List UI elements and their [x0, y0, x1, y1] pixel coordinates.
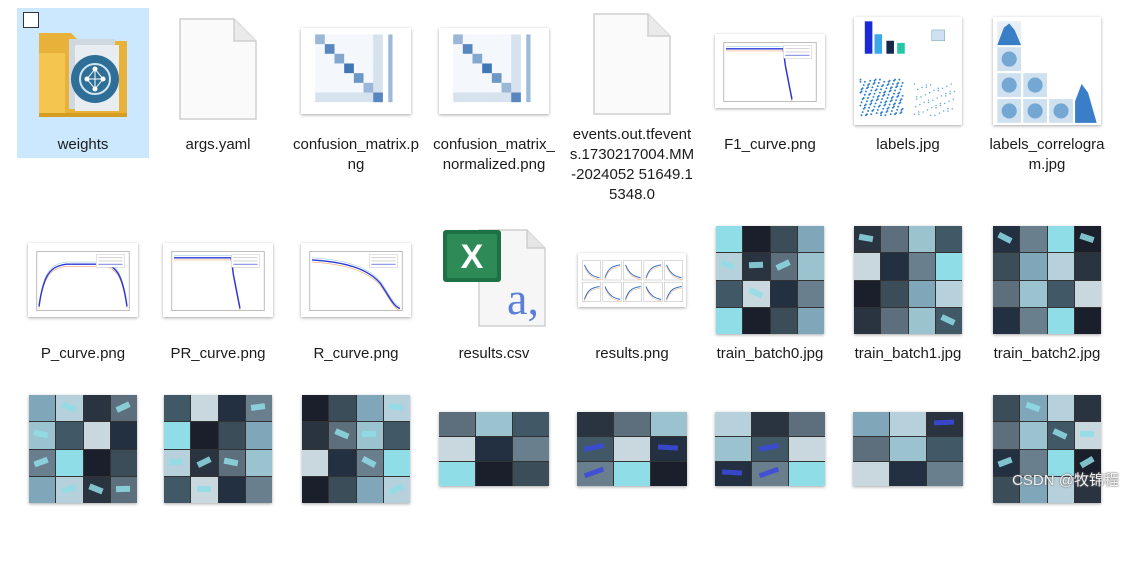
thumbnail [290, 217, 422, 343]
thumbnail [842, 386, 974, 512]
thumbnail [17, 386, 149, 512]
file-item[interactable] [17, 386, 149, 586]
thumbnail-image [163, 243, 273, 317]
thumbnail-image [439, 28, 549, 114]
file-item[interactable] [704, 386, 836, 586]
file-item-confusion-matrix-normalized-png[interactable]: confusion_matrix_normalized.png [428, 8, 560, 208]
thumbnail [566, 386, 698, 512]
thumbnail [17, 217, 149, 343]
thumbnail-image [993, 226, 1101, 334]
thumbnail [428, 386, 560, 512]
thumbnail-image [164, 395, 272, 503]
select-checkbox[interactable] [23, 12, 39, 28]
thumbnail-image [715, 412, 825, 486]
file-item[interactable] [428, 386, 560, 586]
thumbnail [842, 217, 974, 343]
file-name-label: PR_curve.png [170, 345, 266, 362]
file-item[interactable] [842, 386, 974, 586]
file-grid: weights args.yaml confusion_matrix.png c… [0, 0, 1127, 503]
thumbnail-image [716, 226, 824, 334]
folder-icon [35, 19, 131, 124]
thumbnail-image [301, 28, 411, 114]
excel-csv-icon: X a, [439, 226, 549, 335]
thumbnail [704, 8, 836, 134]
thumbnail-image [854, 226, 962, 334]
thumbnail-image [301, 243, 411, 317]
thumbnail-image [302, 395, 410, 503]
thumbnail [704, 386, 836, 512]
watermark-text: CSDN @牧锦程 [1012, 472, 1119, 489]
file-item-weights[interactable]: weights [17, 8, 149, 208]
file-name-label: train_batch1.jpg [854, 345, 962, 362]
file-item-events-out-tfevents-1730217004-mm-2024052-51649-15348-0[interactable]: events.out.tfevents.1730217004.MM-202405… [566, 8, 698, 208]
thumbnail [981, 217, 1113, 343]
thumbnail [17, 8, 149, 134]
file-name-label: confusion_matrix.png [293, 136, 419, 173]
file-item-f1-curve-png[interactable]: F1_curve.png [704, 8, 836, 208]
file-name-label: R_curve.png [313, 345, 399, 362]
thumbnail-image [854, 17, 962, 125]
thumbnail [152, 8, 284, 134]
thumbnail-image [578, 253, 686, 307]
thumbnail [290, 8, 422, 134]
thumbnail [566, 217, 698, 343]
file-name-label: events.out.tfevents.1730217004.MM-202405… [569, 126, 695, 203]
file-item-labels-jpg[interactable]: labels.jpg [842, 8, 974, 208]
thumbnail [428, 8, 560, 134]
file-name-label: P_curve.png [40, 345, 126, 362]
file-item[interactable] [566, 386, 698, 586]
thumbnail-image [439, 412, 549, 486]
thumbnail: X a, [428, 217, 560, 343]
file-item[interactable] [152, 386, 284, 586]
file-name-label: results.csv [458, 345, 530, 362]
thumbnail [152, 386, 284, 512]
file-item-confusion-matrix-png[interactable]: confusion_matrix.png [290, 8, 422, 208]
file-item[interactable] [290, 386, 422, 586]
file-name-label: confusion_matrix_normalized.png [433, 136, 555, 173]
file-name-label: results.png [595, 345, 669, 362]
thumbnail-image [853, 412, 963, 486]
thumbnail [704, 217, 836, 343]
thumbnail-image [577, 412, 687, 486]
thumbnail-image [993, 17, 1101, 125]
file-icon [592, 12, 672, 121]
thumbnail-image [29, 395, 137, 503]
file-name-label: train_batch2.jpg [993, 345, 1101, 362]
file-item-args-yaml[interactable]: args.yaml [152, 8, 284, 208]
thumbnail [981, 386, 1113, 512]
file-name-label: weights [17, 134, 149, 158]
file-name-label: labels_correlogram.jpg [989, 136, 1105, 173]
thumbnail-image [28, 243, 138, 317]
svg-text:X: X [461, 238, 484, 276]
thumbnail [842, 8, 974, 134]
thumbnail [981, 8, 1113, 134]
file-name-label: F1_curve.png [724, 136, 816, 153]
file-icon [178, 17, 258, 126]
thumbnail-image [715, 34, 825, 108]
svg-text:a,: a, [507, 273, 539, 324]
thumbnail [152, 217, 284, 343]
file-item-labels-correlogram-jpg[interactable]: labels_correlogram.jpg [981, 8, 1113, 208]
thumbnail [290, 386, 422, 512]
file-name-label: args.yaml [185, 136, 251, 153]
file-name-label: train_batch0.jpg [716, 345, 824, 362]
file-name-label: labels.jpg [876, 136, 940, 153]
thumbnail [566, 8, 698, 124]
